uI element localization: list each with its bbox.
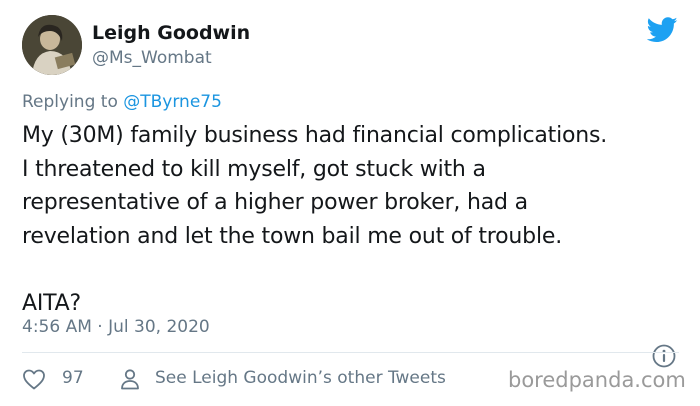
other-tweets-link[interactable]: See Leigh Goodwin’s other Tweets [155,368,446,388]
tweet-timestamp[interactable]: 4:56 AM · Jul 30, 2020 [22,317,210,337]
heart-icon[interactable] [22,368,46,390]
info-icon[interactable] [652,344,676,368]
reply-mention-link[interactable]: @TByrne75 [123,92,222,112]
avatar[interactable] [22,15,82,75]
person-icon[interactable] [119,368,141,390]
twitter-bird-icon[interactable] [647,17,678,43]
tweet-card: Leigh Goodwin @Ms_Wombat Replying to @TB… [0,0,700,406]
like-count[interactable]: 97 [62,368,84,388]
watermark: boredpanda.com [508,368,686,392]
reply-prefix: Replying to [22,92,124,112]
divider [22,352,679,353]
user-handle[interactable]: @Ms_Wombat [92,48,212,68]
reply-context: Replying to @TByrne75 [22,92,222,112]
tweet-text: My (30M) family business had financial c… [22,123,608,316]
display-name[interactable]: Leigh Goodwin [92,22,250,44]
